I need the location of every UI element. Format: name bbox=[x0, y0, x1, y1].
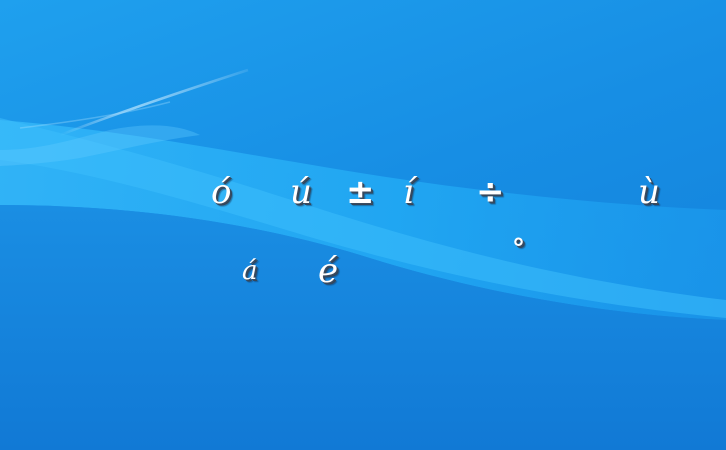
glyph-i-acute: í bbox=[403, 172, 414, 212]
wallpaper-streak bbox=[59, 68, 249, 137]
glyph-u-grave: ù bbox=[638, 172, 660, 212]
glyph-division: ÷ bbox=[476, 172, 505, 212]
glyph-a-acute: á bbox=[242, 256, 258, 286]
glyph-e-acute: é bbox=[318, 251, 339, 291]
wallpaper bbox=[0, 68, 726, 450]
glyph-u-acute: ú bbox=[290, 172, 312, 212]
glyph-o-acute: ó bbox=[211, 172, 232, 212]
glyph-plus-minus: ± bbox=[346, 172, 375, 212]
glyph-degree: ° bbox=[512, 234, 525, 264]
desktop: ó ú ± í ÷ ù á é ° bbox=[0, 0, 726, 450]
